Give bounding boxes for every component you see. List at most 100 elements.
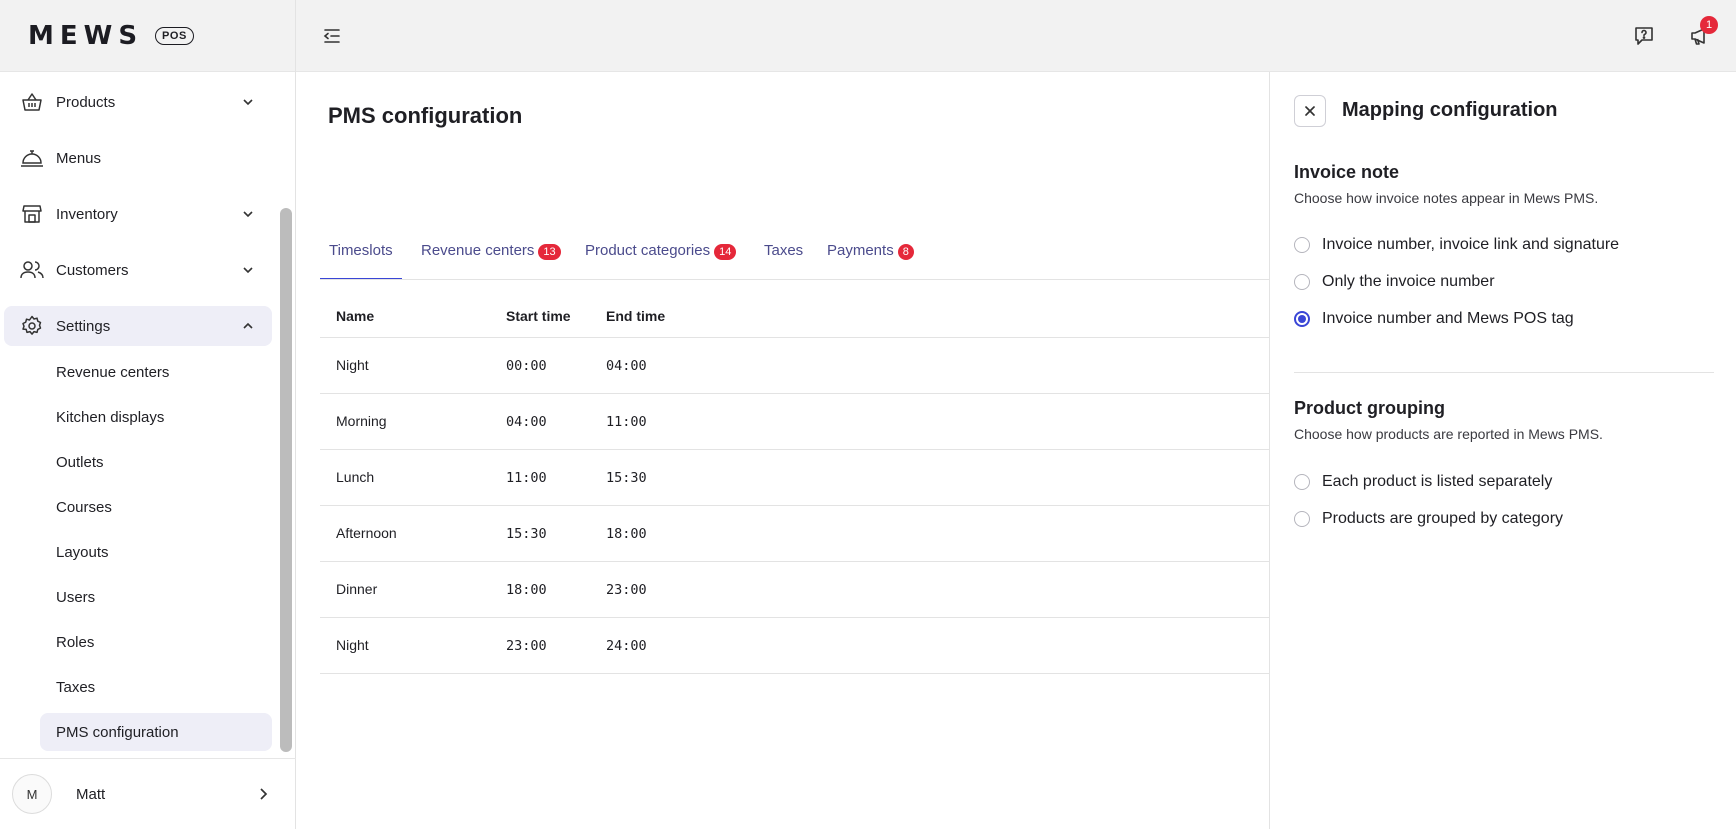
sidebar-item-customers[interactable]: Customers bbox=[4, 250, 272, 290]
tab-product-categories[interactable]: Product categories 14 bbox=[585, 238, 737, 280]
tab-payments[interactable]: Payments 8 bbox=[827, 238, 914, 280]
sidebar-subitem-users[interactable]: Users bbox=[40, 578, 272, 616]
cell-end-time: 04:00 bbox=[606, 358, 647, 374]
basket-icon bbox=[20, 90, 44, 114]
user-name: Matt bbox=[76, 785, 106, 803]
users-icon bbox=[20, 258, 44, 282]
radio-button[interactable] bbox=[1294, 237, 1310, 253]
column-header-name[interactable]: Name bbox=[336, 308, 374, 324]
sidebar-item-inventory[interactable]: Inventory bbox=[4, 194, 272, 234]
radio-label: Only the invoice number bbox=[1322, 273, 1495, 290]
gear-icon bbox=[20, 314, 44, 338]
invoice-note-description: Choose how invoice notes appear in Mews … bbox=[1294, 190, 1599, 206]
sidebar-item-products[interactable]: Products bbox=[4, 82, 272, 122]
top-bar: MEWS POS 1 bbox=[0, 0, 1736, 72]
invoice-note-option[interactable]: Only the invoice number bbox=[1294, 270, 1495, 294]
tab-taxes[interactable]: Taxes bbox=[764, 238, 803, 280]
tab-revenue-centers[interactable]: Revenue centers 13 bbox=[421, 238, 561, 280]
cell-name: Night bbox=[336, 357, 369, 373]
cell-end-time: 24:00 bbox=[606, 638, 647, 654]
cell-end-time: 23:00 bbox=[606, 582, 647, 598]
sidebar-subitem-pms-configuration[interactable]: PMS configuration bbox=[40, 713, 272, 751]
sidebar-subitem-kitchen-displays[interactable]: Kitchen displays bbox=[40, 398, 272, 436]
cell-name: Morning bbox=[336, 413, 387, 429]
sidebar-item-menus[interactable]: Menus bbox=[4, 138, 272, 178]
sidebar-subitem-roles[interactable]: Roles bbox=[40, 623, 272, 661]
chevron-down-icon bbox=[243, 99, 253, 106]
table-header: Name Start time End time bbox=[320, 294, 1269, 338]
tab-timeslots[interactable]: Timeslots bbox=[320, 238, 402, 280]
collapse-menu-icon bbox=[323, 29, 340, 43]
table-row[interactable]: Night 23:00 24:00 bbox=[320, 618, 1269, 674]
store-icon bbox=[20, 202, 44, 226]
cell-start-time: 04:00 bbox=[506, 414, 547, 430]
help-icon bbox=[1635, 27, 1653, 45]
sidebar-item-label: Settings bbox=[56, 317, 111, 335]
cloche-icon bbox=[20, 146, 44, 170]
sidebar-item-label: Inventory bbox=[56, 205, 118, 223]
radio-button[interactable] bbox=[1294, 274, 1310, 290]
tab-label: Product categories bbox=[585, 242, 711, 259]
cell-start-time: 15:30 bbox=[506, 526, 547, 542]
cell-end-time: 11:00 bbox=[606, 414, 647, 430]
section-divider bbox=[1294, 372, 1714, 373]
tab-label: Revenue centers bbox=[421, 242, 535, 259]
table-row[interactable]: Dinner 18:00 23:00 bbox=[320, 562, 1269, 618]
announcements-button[interactable]: 1 bbox=[1684, 16, 1718, 52]
tab-count-badge: 8 bbox=[897, 244, 914, 260]
column-header-start-time[interactable]: Start time bbox=[506, 308, 571, 324]
table-row[interactable]: Night 00:00 04:00 bbox=[320, 338, 1269, 394]
main-content: PMS configuration Timeslots Revenue cent… bbox=[297, 72, 1269, 829]
notification-badge: 1 bbox=[1700, 16, 1718, 34]
tab-count-badge: 14 bbox=[714, 244, 737, 260]
sidebar-item-label: Customers bbox=[56, 261, 129, 279]
tab-label: Taxes bbox=[764, 242, 804, 259]
mapping-configuration-panel: Mapping configuration Invoice note Choos… bbox=[1269, 72, 1736, 829]
sidebar-subitem-outlets[interactable]: Outlets bbox=[40, 443, 272, 481]
invoice-note-option[interactable]: Invoice number, invoice link and signatu… bbox=[1294, 233, 1619, 257]
column-header-end-time[interactable]: End time bbox=[606, 308, 665, 324]
page-title: PMS configuration bbox=[328, 103, 523, 128]
sidebar-item-settings[interactable]: Settings bbox=[4, 306, 272, 346]
radio-button-selected[interactable] bbox=[1294, 311, 1310, 327]
radio-label: Invoice number and Mews POS tag bbox=[1322, 310, 1574, 327]
table-row[interactable]: Afternoon 15:30 18:00 bbox=[320, 506, 1269, 562]
radio-button[interactable] bbox=[1294, 474, 1310, 490]
close-panel-button[interactable] bbox=[1294, 95, 1326, 127]
sidebar-item-label: Products bbox=[56, 93, 116, 111]
radio-label: Each product is listed separately bbox=[1322, 473, 1553, 490]
table-row[interactable]: Lunch 11:00 15:30 bbox=[320, 450, 1269, 506]
collapse-sidebar-button[interactable] bbox=[318, 22, 346, 50]
cell-start-time: 11:00 bbox=[506, 470, 547, 486]
chevron-up-icon bbox=[243, 322, 253, 329]
tab-label: Payments bbox=[827, 242, 894, 259]
product-grouping-description: Choose how products are reported in Mews… bbox=[1294, 426, 1603, 442]
avatar: M bbox=[12, 774, 52, 814]
user-menu[interactable]: M Matt bbox=[0, 758, 296, 829]
sidebar-scrollbar[interactable] bbox=[280, 208, 292, 752]
cell-start-time: 18:00 bbox=[506, 582, 547, 598]
sidebar-item-label: Menus bbox=[56, 149, 102, 167]
cell-name: Night bbox=[336, 637, 369, 653]
cell-name: Lunch bbox=[336, 469, 375, 485]
sidebar: Products Menus Inventory Customers Setti… bbox=[0, 72, 296, 829]
product-grouping-option[interactable]: Each product is listed separately bbox=[1294, 470, 1552, 494]
sidebar-subitem-layouts[interactable]: Layouts bbox=[40, 533, 272, 571]
radio-button[interactable] bbox=[1294, 511, 1310, 527]
radio-label: Products are grouped by category bbox=[1322, 510, 1564, 527]
sidebar-nav: Products Menus Inventory Customers Setti… bbox=[0, 72, 276, 758]
cell-end-time: 15:30 bbox=[606, 470, 647, 486]
tabs-divider bbox=[320, 279, 1269, 280]
help-button[interactable] bbox=[1628, 20, 1660, 52]
sidebar-subitem-courses[interactable]: Courses bbox=[40, 488, 272, 526]
brand-name: MEWS bbox=[28, 21, 144, 51]
invoice-note-option[interactable]: Invoice number and Mews POS tag bbox=[1294, 307, 1574, 331]
cell-start-time: 00:00 bbox=[506, 358, 547, 374]
sidebar-subitem-taxes[interactable]: Taxes bbox=[40, 668, 272, 706]
cell-start-time: 23:00 bbox=[506, 638, 547, 654]
table-row[interactable]: Morning 04:00 11:00 bbox=[320, 394, 1269, 450]
product-grouping-option[interactable]: Products are grouped by category bbox=[1294, 507, 1563, 531]
logo[interactable]: MEWS POS bbox=[0, 0, 296, 72]
tab-label: Timeslots bbox=[329, 242, 393, 259]
sidebar-subitem-revenue-centers[interactable]: Revenue centers bbox=[40, 353, 272, 391]
